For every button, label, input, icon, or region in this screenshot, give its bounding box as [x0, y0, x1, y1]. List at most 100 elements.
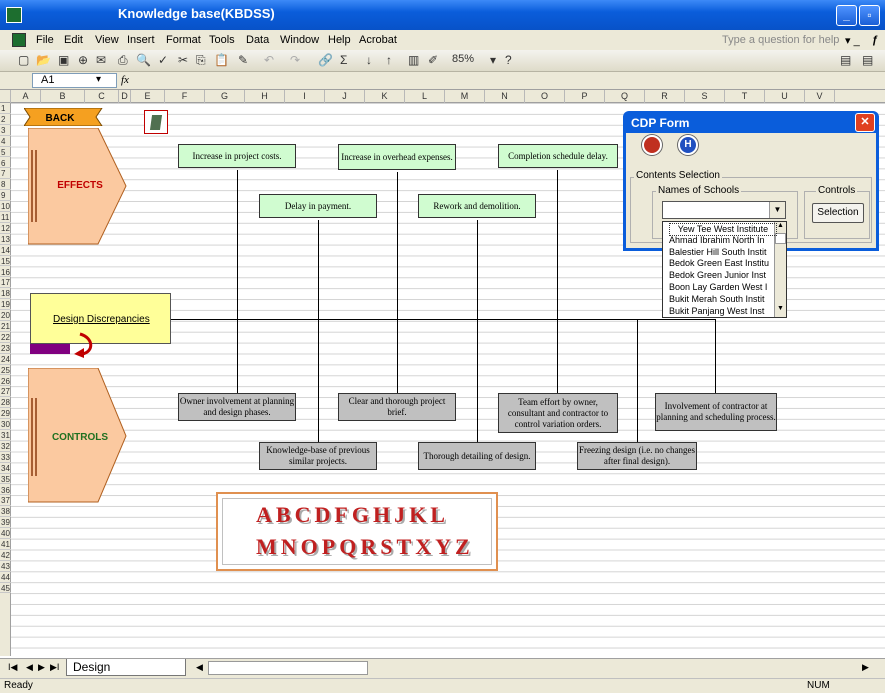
effect-box[interactable]: Increase in overhead expenses. [338, 144, 456, 170]
email-icon[interactable]: ✉ [96, 53, 106, 67]
school-option[interactable]: Balestier Hill South Instit [669, 247, 777, 258]
pdf-icon[interactable]: ▤ [840, 53, 851, 67]
doc-restore-button[interactable]: ƒ [872, 34, 878, 46]
column-header-g[interactable]: G [205, 90, 245, 103]
effect-box[interactable]: Delay in payment. [259, 194, 377, 218]
row-header[interactable]: 8 [0, 179, 11, 191]
control-box[interactable]: Team effort by owner, consultant and con… [498, 393, 618, 433]
column-header-i[interactable]: I [285, 90, 325, 103]
new-icon[interactable]: ▢ [18, 53, 29, 67]
effect-box[interactable]: Increase in project costs. [178, 144, 296, 168]
row-header[interactable]: 3 [0, 125, 11, 136]
column-header-o[interactable]: O [525, 90, 565, 103]
menu-format[interactable]: Format [166, 34, 201, 46]
name-box[interactable]: A1 [32, 73, 117, 88]
column-header-p[interactable]: P [565, 90, 605, 103]
row-header[interactable]: 1 [0, 103, 11, 114]
column-header-m[interactable]: M [445, 90, 485, 103]
menu-data[interactable]: Data [246, 34, 269, 46]
open-icon[interactable]: 📂 [36, 53, 51, 67]
row-header[interactable]: 39 [0, 517, 11, 529]
control-box[interactable]: Owner involvement at planning and design… [178, 393, 296, 421]
row-header[interactable]: 36 [0, 485, 11, 496]
row-header[interactable]: 41 [0, 539, 11, 550]
effect-box[interactable]: Rework and demolition. [418, 194, 536, 218]
name-box-dropdown-icon[interactable]: ▾ [96, 74, 101, 85]
column-header-c[interactable]: C [85, 90, 119, 103]
cut-icon[interactable]: ✂ [178, 53, 188, 67]
school-option[interactable]: Ahmad Ibrahim North In [669, 235, 777, 246]
sort-ascending-icon[interactable]: ↓ [366, 53, 372, 67]
horizontal-scrollbar[interactable] [208, 661, 368, 675]
alphabet-letter-link[interactable]: Q [339, 534, 356, 560]
alphabet-letter-link[interactable]: N [281, 534, 297, 560]
minimize-button[interactable]: _ [836, 5, 857, 26]
menu-acrobat[interactable]: Acrobat [359, 34, 397, 46]
redo-icon[interactable]: ↷ [290, 53, 300, 67]
column-header-q[interactable]: Q [605, 90, 645, 103]
maximize-button[interactable]: ▫ [859, 5, 880, 26]
doc-min-button[interactable]: ▾ _ [845, 34, 860, 47]
format-painter-icon[interactable]: ✎ [238, 53, 248, 67]
design-discrepancies-box[interactable]: Design Discrepancies [30, 293, 171, 344]
row-header[interactable]: 14 [0, 245, 11, 256]
menu-window[interactable]: Window [280, 34, 319, 46]
row-header[interactable]: 38 [0, 506, 11, 518]
undo-icon[interactable]: ↶ [264, 53, 274, 67]
row-header[interactable]: 43 [0, 561, 11, 572]
row-header[interactable]: 23 [0, 343, 11, 354]
row-header[interactable]: 24 [0, 354, 11, 365]
menu-insert[interactable]: Insert [127, 34, 155, 46]
menu-tools[interactable]: Tools [209, 34, 235, 46]
alphabet-letter-link[interactable]: O [301, 534, 318, 560]
column-header-l[interactable]: L [405, 90, 445, 103]
row-header[interactable]: 11 [0, 212, 11, 223]
alphabet-letter-link[interactable]: H [373, 502, 390, 528]
school-option[interactable]: Bukit Merah South Instit [669, 294, 777, 305]
column-header-s[interactable]: S [685, 90, 725, 103]
return-arrow-icon[interactable] [72, 332, 94, 358]
spelling-icon[interactable]: ✓ [158, 53, 168, 67]
picture-object[interactable] [144, 110, 168, 134]
row-header[interactable]: 31 [0, 430, 11, 441]
design-discrepancies-link[interactable]: Design Discrepancies [53, 314, 150, 325]
back-arrow-shape[interactable]: BACK [24, 108, 134, 126]
school-option[interactable]: Bedok Green East Institu [669, 258, 777, 269]
row-header[interactable]: 22 [0, 332, 11, 343]
school-option[interactable]: Bedok Green Junior Inst [669, 270, 777, 281]
column-header-h[interactable]: H [245, 90, 285, 103]
row-header[interactable]: 19 [0, 299, 11, 311]
column-header-d[interactable]: D [119, 90, 131, 103]
tab-prev-icon[interactable]: ◀ [26, 662, 33, 673]
copy-icon[interactable]: ⎘ [196, 53, 206, 68]
row-header[interactable]: 29 [0, 408, 11, 420]
selection-button[interactable]: Selection [812, 203, 864, 223]
paste-icon[interactable]: 📋 [214, 53, 229, 67]
row-header[interactable]: 26 [0, 376, 11, 387]
control-box[interactable]: Clear and thorough project brief. [338, 393, 456, 421]
alphabet-letter-link[interactable]: J [394, 502, 405, 528]
row-header[interactable]: 44 [0, 572, 11, 583]
column-header-j[interactable]: J [325, 90, 365, 103]
alphabet-letter-link[interactable]: B [276, 502, 291, 528]
column-header-u[interactable]: U [765, 90, 805, 103]
alphabet-letter-link[interactable]: K [409, 502, 426, 528]
column-header-f[interactable]: F [165, 90, 205, 103]
row-header[interactable]: 21 [0, 321, 11, 332]
row-header[interactable]: 10 [0, 201, 11, 212]
row-header[interactable]: 2 [0, 114, 11, 125]
tab-first-icon[interactable]: I◀ [8, 662, 17, 673]
alphabet-letter-link[interactable]: T [397, 534, 412, 560]
row-header[interactable]: 20 [0, 310, 11, 321]
help-question-box[interactable]: Type a question for help [722, 34, 839, 46]
row-header[interactable]: 18 [0, 288, 11, 300]
alphabet-letter-link[interactable]: C [295, 502, 311, 528]
row-header[interactable]: 13 [0, 234, 11, 245]
select-all-corner[interactable] [0, 90, 11, 103]
row-header[interactable]: 25 [0, 365, 11, 376]
row-header[interactable]: 34 [0, 463, 11, 474]
sort-descending-icon[interactable]: ↑ [386, 53, 392, 67]
control-box[interactable]: Involvement of contractor at planning an… [655, 393, 777, 431]
hyperlink-icon[interactable]: 🔗 [318, 53, 333, 67]
function-icon[interactable]: fx [121, 74, 129, 86]
